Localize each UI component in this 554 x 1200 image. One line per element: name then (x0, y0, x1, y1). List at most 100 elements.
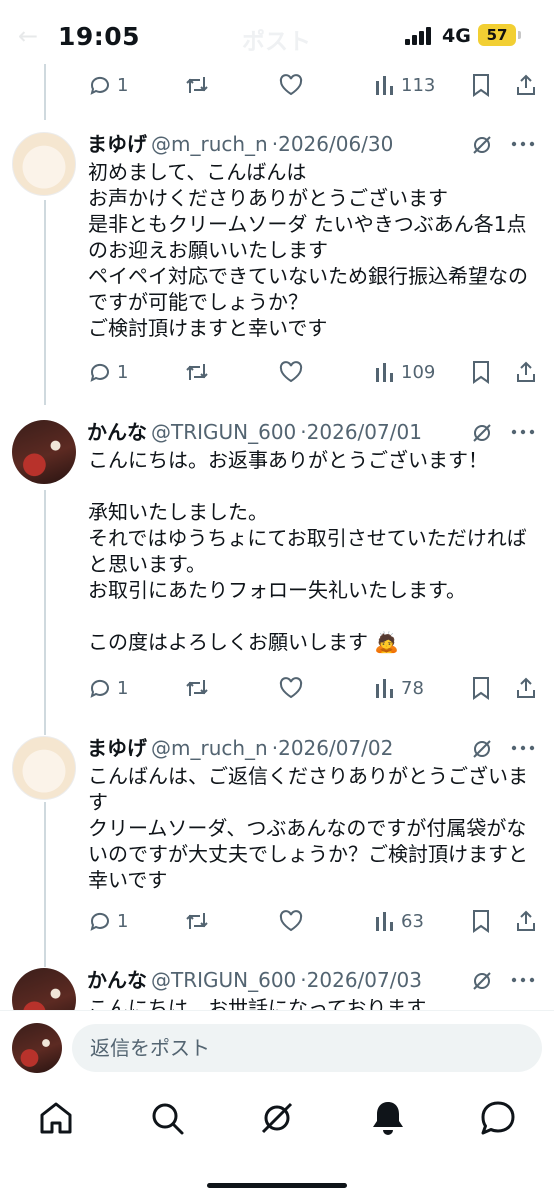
grok-icon[interactable] (470, 133, 494, 157)
bookmark-button[interactable] (470, 70, 492, 100)
user-handle[interactable]: @TRIGUN_600 (151, 420, 296, 444)
views-icon (376, 912, 393, 931)
grok-icon[interactable] (470, 421, 494, 445)
like-button[interactable] (278, 357, 304, 387)
bookmark-button[interactable] (470, 673, 492, 703)
battery-tip (518, 31, 521, 39)
nav-notifications[interactable] (368, 1098, 408, 1138)
share-button[interactable] (514, 357, 538, 387)
thread-line (44, 802, 46, 967)
post-date: 2026/06/30 (278, 132, 394, 156)
reply-button[interactable]: 1 (88, 673, 128, 703)
post-header-icons (470, 734, 540, 764)
reply-icon (90, 679, 109, 698)
reply-icon (90, 363, 109, 382)
like-icon (279, 361, 303, 383)
bookmark-button[interactable] (470, 357, 492, 387)
reply-count: 1 (117, 677, 129, 699)
like-button[interactable] (278, 906, 304, 936)
repost-button[interactable] (184, 673, 210, 703)
views-icon (376, 679, 393, 698)
post-date: 2026/07/01 (306, 420, 422, 444)
repost-button[interactable] (184, 906, 210, 936)
views-count: 78 (401, 677, 424, 699)
repost-button[interactable] (184, 357, 210, 387)
reply-composer: 返信をポスト (0, 1010, 554, 1084)
display-name[interactable]: かんな (87, 420, 147, 444)
home-icon (40, 1102, 72, 1134)
user-handle[interactable]: @m_ruch_n (151, 132, 268, 156)
display-name[interactable]: まゆげ (87, 736, 147, 760)
share-icon (517, 677, 535, 698)
like-button[interactable] (278, 673, 304, 703)
views-button[interactable]: 78 (374, 673, 424, 703)
post-text-body: こんにちは。お返事ありがとうございます！ 承知いたしました。 それではゆうちょに… (88, 448, 527, 654)
post-actions: 1 113 (84, 70, 544, 100)
reply-button[interactable]: 1 (88, 906, 128, 936)
post-actions: 1 63 (84, 906, 544, 936)
messages-icon (481, 1101, 515, 1135)
share-icon (517, 74, 535, 95)
nav-home[interactable] (36, 1098, 76, 1138)
reply-icon (90, 76, 109, 95)
battery-icon: 57 (478, 24, 516, 46)
more-icon[interactable] (510, 744, 536, 752)
signal-icon (405, 27, 435, 45)
like-button[interactable] (278, 70, 304, 100)
avatar[interactable] (12, 420, 76, 484)
more-icon[interactable] (510, 428, 536, 436)
like-icon (279, 677, 303, 699)
like-icon (279, 74, 303, 96)
search-icon (152, 1103, 184, 1135)
avatar[interactable] (12, 736, 76, 800)
network-label: 4G (442, 25, 471, 47)
reply-count: 1 (117, 74, 129, 96)
reply-count: 1 (117, 910, 129, 932)
bookmark-button[interactable] (470, 906, 492, 936)
views-icon (376, 363, 393, 382)
repost-button[interactable] (184, 70, 210, 100)
reply-input[interactable]: 返信をポスト (72, 1024, 542, 1072)
more-icon[interactable] (510, 976, 536, 984)
user-handle[interactable]: @TRIGUN_600 (151, 968, 296, 992)
views-count: 63 (401, 910, 424, 932)
like-icon (279, 910, 303, 932)
thread-line (44, 64, 46, 120)
views-count: 113 (401, 74, 436, 96)
post-actions: 1 78 (84, 673, 544, 703)
repost-icon (186, 364, 208, 380)
nav-search[interactable] (147, 1098, 187, 1138)
grok-icon[interactable] (470, 969, 494, 993)
grok-icon[interactable] (470, 737, 494, 761)
reply-button[interactable]: 1 (88, 70, 128, 100)
my-avatar[interactable] (12, 1023, 62, 1073)
repost-icon (186, 77, 208, 93)
bookmark-icon (473, 910, 489, 933)
post-header-icons (470, 966, 540, 996)
share-button[interactable] (514, 906, 538, 936)
bookmark-icon (473, 74, 489, 97)
bookmark-icon (473, 361, 489, 384)
nav-grok[interactable] (257, 1098, 297, 1138)
display-name[interactable]: まゆげ (87, 132, 147, 156)
nav-messages[interactable] (478, 1098, 518, 1138)
display-name[interactable]: かんな (87, 968, 147, 992)
reply-icon (90, 912, 109, 931)
share-button[interactable] (514, 673, 538, 703)
share-button[interactable] (514, 70, 538, 100)
user-handle[interactable]: @m_ruch_n (151, 736, 268, 760)
reply-button[interactable]: 1 (88, 357, 128, 387)
post-header: まゆげ @m_ruch_n ·2026/07/02 (87, 732, 393, 762)
reply-count: 1 (117, 361, 129, 383)
status-bar: ← 19:05 ポスト 4G 57 (0, 0, 554, 70)
post-text: こんにちは。お返事ありがとうございます！ 承知いたしました。 それではゆうちょに… (88, 447, 540, 655)
post-header-icons (470, 130, 540, 160)
views-button[interactable]: 63 (374, 906, 424, 936)
post-header: かんな @TRIGUN_600·2026/07/03 (87, 964, 422, 994)
back-arrow-icon[interactable]: ← (18, 22, 38, 50)
avatar[interactable] (12, 132, 76, 196)
more-icon[interactable] (510, 140, 536, 148)
views-button[interactable]: 109 (374, 357, 435, 387)
status-time: 19:05 (58, 22, 141, 51)
views-button[interactable]: 113 (374, 70, 435, 100)
